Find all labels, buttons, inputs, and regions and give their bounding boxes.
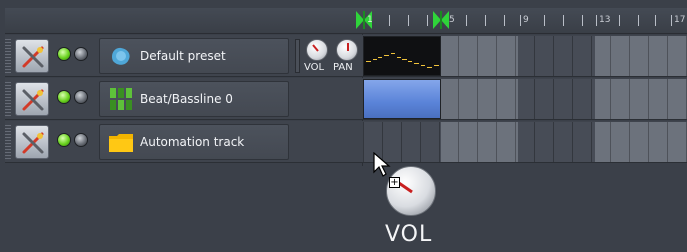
track-tools-button[interactable] xyxy=(15,39,49,73)
pan-label: PAN xyxy=(333,62,353,73)
track-name: Default preset xyxy=(140,49,226,63)
pattern-lane-automation[interactable] xyxy=(363,122,687,162)
track-tools-button[interactable] xyxy=(15,82,49,116)
dragged-vol-knob-icon xyxy=(386,166,436,216)
track-tools-button[interactable] xyxy=(15,125,49,159)
loop-end-marker-icon[interactable] xyxy=(433,11,449,29)
timeline-ruler[interactable]: 5 9 13 17 1 xyxy=(356,8,687,34)
vol-knob[interactable] xyxy=(306,39,328,61)
solo-led[interactable] xyxy=(74,47,88,61)
pan-knob[interactable] xyxy=(336,39,358,61)
track-name: Automation track xyxy=(140,135,245,149)
solo-led[interactable] xyxy=(74,90,88,104)
mouse-cursor-icon xyxy=(373,152,391,177)
empty-track-area[interactable] xyxy=(5,166,363,252)
tools-icon xyxy=(22,89,44,111)
ruler-spacer xyxy=(5,8,363,34)
track-name-button[interactable]: Default preset xyxy=(99,38,289,74)
drag-grip[interactable] xyxy=(5,82,11,116)
song-editor-window: 5 9 13 17 1 Default preset VOL PAN Beat/… xyxy=(0,0,687,252)
instrument-icon xyxy=(111,47,130,65)
mute-led[interactable] xyxy=(57,47,71,61)
pattern-lane-instrument[interactable] xyxy=(363,36,687,76)
vol-label: VOL xyxy=(304,62,325,73)
bar-number: 9 xyxy=(523,15,529,25)
bar-number: 13 xyxy=(599,15,611,25)
automation-folder-icon xyxy=(109,134,133,152)
tools-icon xyxy=(22,46,44,68)
solo-led[interactable] xyxy=(74,133,88,147)
tools-icon xyxy=(22,132,44,154)
drag-grip[interactable] xyxy=(5,125,11,159)
mute-led[interactable] xyxy=(57,90,71,104)
drag-grip[interactable] xyxy=(5,39,11,73)
beat-bassline-pattern[interactable] xyxy=(363,79,441,119)
instrument-pattern[interactable] xyxy=(363,36,441,76)
track-name-button[interactable]: Beat/Bassline 0 xyxy=(99,81,289,117)
bar-number: 17 xyxy=(674,15,686,25)
bar-number: 1 xyxy=(367,15,373,25)
copy-plus-icon: + xyxy=(389,177,400,188)
separator xyxy=(295,39,300,73)
beat-bassline-icon xyxy=(110,88,132,110)
bar-number: 5 xyxy=(449,15,455,25)
pattern-lane-beat-bassline[interactable] xyxy=(363,79,687,119)
track-name: Beat/Bassline 0 xyxy=(140,92,233,106)
drag-label: VOL xyxy=(385,222,433,247)
track-name-button[interactable]: Automation track xyxy=(99,124,289,160)
mute-led[interactable] xyxy=(57,133,71,147)
